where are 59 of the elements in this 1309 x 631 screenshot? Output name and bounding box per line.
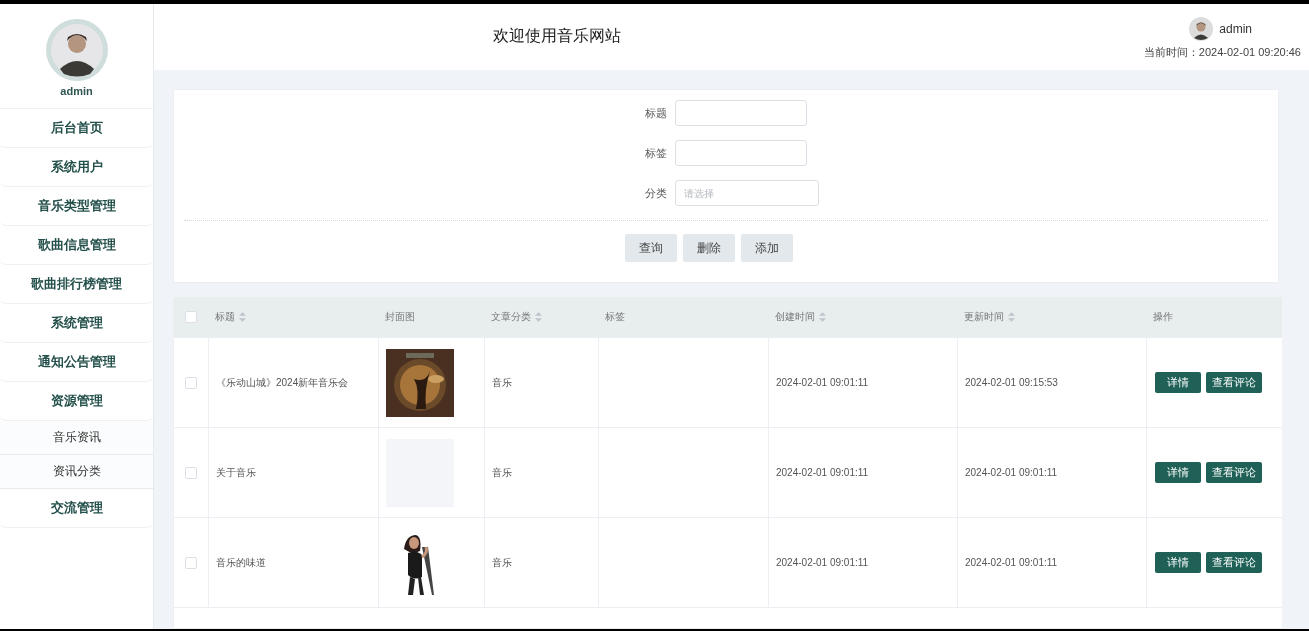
sort-icon[interactable] [239, 312, 246, 322]
menu-item[interactable]: 系统用户 [0, 148, 153, 187]
row-action-button[interactable]: 详情 [1155, 552, 1201, 573]
menu-item[interactable]: 系统管理 [0, 304, 153, 343]
menu-item[interactable]: 音乐类型管理 [0, 187, 153, 226]
table-cell: 音乐 [492, 465, 512, 480]
column-header: 更新时间 [964, 310, 1004, 324]
table-cell: 2024-02-01 09:01:11 [776, 377, 869, 388]
table-cell: 2024-02-01 09:01:11 [776, 467, 869, 478]
time-label: 当前时间： [1143, 46, 1199, 58]
row-action-button[interactable]: 详情 [1155, 462, 1201, 483]
avatar-icon [45, 19, 108, 81]
column-header: 创建时间 [775, 310, 815, 324]
row-action-button[interactable]: 查看评论 [1206, 552, 1262, 573]
column-header: 文章分类 [491, 310, 531, 324]
field-label: 标题 [643, 105, 667, 121]
menu-item[interactable]: 后台首页 [0, 109, 153, 148]
username: admin [60, 85, 93, 97]
text-field[interactable] [674, 100, 807, 126]
sort-icon[interactable] [819, 312, 826, 322]
table-cell: 音乐的味道 [216, 555, 266, 570]
table-cell: 关于音乐 [216, 465, 256, 480]
current-time: 2024-02-01 09:20:46 [1198, 46, 1301, 58]
menu-item[interactable]: 交流管理 [0, 489, 153, 528]
sort-icon[interactable] [535, 312, 542, 322]
checkbox[interactable] [185, 376, 197, 389]
submenu-item[interactable]: 音乐资讯 [0, 421, 153, 455]
avatar-icon [1189, 17, 1214, 41]
menu-item[interactable]: 通知公告管理 [0, 343, 153, 382]
checkbox[interactable] [185, 556, 197, 569]
column-header: 标题 [215, 310, 235, 324]
checkbox[interactable] [185, 311, 197, 323]
action-button[interactable]: 删除 [682, 234, 735, 262]
action-button[interactable]: 查询 [624, 234, 677, 262]
column-header: 操作 [1153, 310, 1173, 324]
checkbox[interactable] [185, 466, 197, 479]
row-action-button[interactable]: 查看评论 [1206, 372, 1262, 393]
column-header: 封面图 [385, 310, 415, 324]
menu-item[interactable]: 歌曲排行榜管理 [0, 265, 153, 304]
table-cell: 2024-02-01 09:01:11 [965, 557, 1058, 568]
row-action-button[interactable]: 查看评论 [1206, 462, 1262, 483]
table-cell: 2024-02-01 09:01:11 [776, 557, 869, 568]
page-title: 欢迎使用音乐网站 [493, 26, 621, 46]
username: admin [1219, 22, 1252, 36]
text-field[interactable] [674, 140, 807, 166]
action-button[interactable]: 添加 [740, 234, 793, 262]
column-header: 标签 [605, 310, 625, 324]
submenu-item[interactable]: 资讯分类 [0, 455, 153, 489]
row-action-button[interactable]: 详情 [1155, 372, 1201, 393]
select-field[interactable]: 请选择 [674, 180, 819, 206]
field-label: 标签 [643, 145, 667, 161]
table-cell: 《乐动山城》2024新年音乐会 [216, 375, 349, 390]
table-cell: 2024-02-01 09:15:53 [965, 377, 1058, 388]
table-cell: 音乐 [492, 375, 512, 390]
table-cell: 2024-02-01 09:01:11 [965, 467, 1058, 478]
menu-item[interactable]: 歌曲信息管理 [0, 226, 153, 265]
table-cell: 音乐 [492, 555, 512, 570]
field-label: 分类 [643, 185, 667, 201]
sort-icon[interactable] [1008, 312, 1015, 322]
